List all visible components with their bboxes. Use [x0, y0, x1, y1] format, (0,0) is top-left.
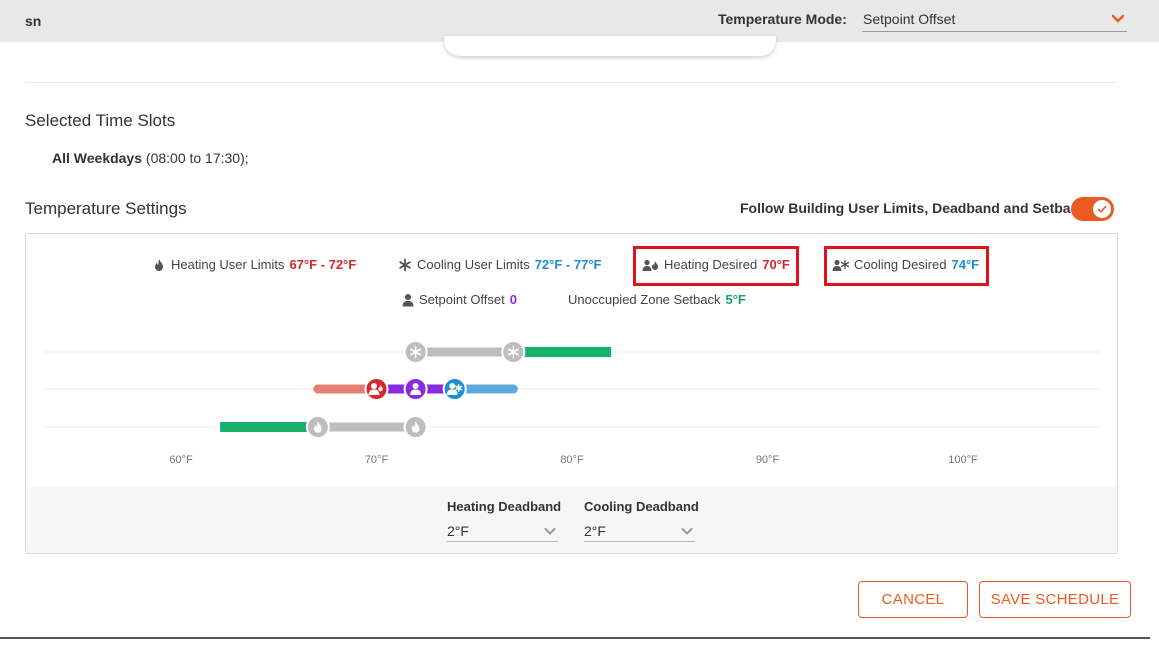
heating-deadband-select[interactable]: 2°F [447, 520, 558, 542]
chevron-down-icon [1111, 14, 1125, 23]
cooling-deadband-select[interactable]: 2°F [584, 520, 695, 542]
tick-label: 70°F [365, 454, 389, 466]
deadband-area [26, 487, 1117, 553]
cancel-button[interactable]: CANCEL [858, 581, 968, 618]
temperature-range-chart: 60°F 70°F 80°F 90°F 100°F [44, 340, 1100, 466]
tick-label: 90°F [756, 454, 780, 466]
temperature-settings-panel: Heating User Limits 67°F - 72°F Cooling … [25, 233, 1118, 554]
time-slot-days: All Weekdays [52, 150, 143, 166]
person-flame-icon-head [371, 383, 377, 389]
cooling-desired-knob [442, 377, 467, 401]
toggle-knob [1093, 200, 1111, 218]
tick-label: 100°F [948, 454, 978, 466]
temperature-mode-label: Temperature Mode: [718, 11, 847, 27]
heating-desired-knob [364, 377, 389, 401]
schedule-card-edge [444, 36, 776, 56]
chevron-down-icon [544, 528, 556, 535]
follow-building-limits-label: Follow Building User Limits, Deadband an… [740, 200, 1087, 216]
save-schedule-button[interactable]: SAVE SCHEDULE [979, 581, 1131, 618]
temperature-mode-value: Setpoint Offset [863, 11, 956, 27]
cooling-deadband-label: Cooling Deadband [584, 499, 699, 514]
time-slot-entry: All Weekdays (08:00 to 17:30); [52, 150, 249, 166]
person-snowflake-icon-head [449, 383, 456, 389]
temperature-settings-title: Temperature Settings [25, 199, 187, 218]
heating-deadband-value: 2°F [447, 523, 469, 539]
person-icon-head [412, 383, 419, 389]
time-slot-hours: (08:00 to 17:30); [142, 150, 249, 166]
chevron-down-icon [681, 528, 693, 535]
temperature-mode-select[interactable]: Setpoint Offset [862, 8, 1127, 32]
selected-time-slots-title: Selected Time Slots [25, 111, 176, 130]
checkmark-icon [1097, 205, 1107, 213]
heating-deadband-label: Heating Deadband [447, 499, 562, 514]
tick-label: 60°F [169, 454, 193, 466]
follow-building-limits-toggle[interactable] [1071, 197, 1114, 221]
cooling-deadband-value: 2°F [584, 523, 606, 539]
page-bottom-edge [0, 637, 1150, 639]
user-name: sn [25, 13, 42, 29]
section-divider [25, 82, 1117, 83]
tick-label: 80°F [560, 454, 584, 466]
